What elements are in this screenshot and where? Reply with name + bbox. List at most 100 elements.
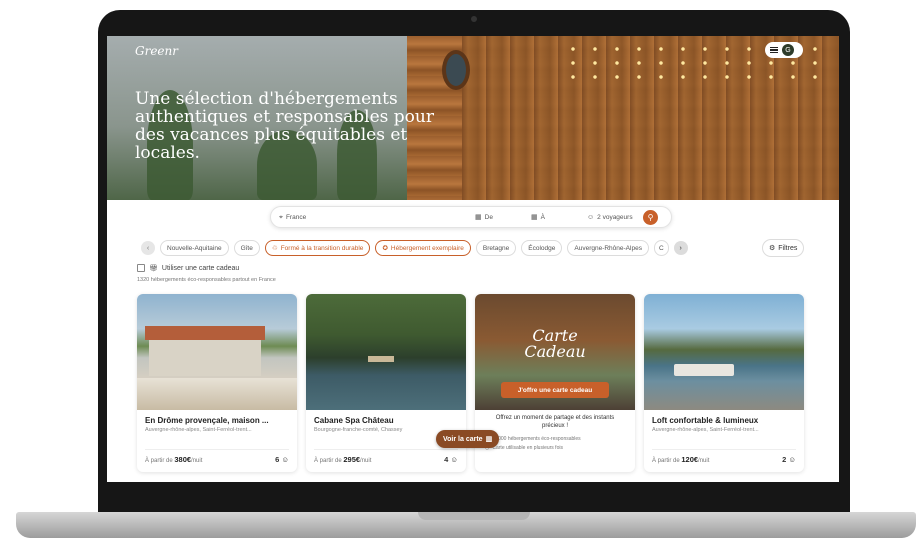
listing-price: À partir de 380€/nuit <box>145 455 202 464</box>
gift-card-label: Utiliser une carte cadeau <box>161 264 240 272</box>
laptop-notch <box>418 512 530 520</box>
chip-auvergne-rhone-alpes[interactable]: Auvergne-Rhône-Alpes <box>567 240 649 256</box>
user-menu-button[interactable]: G <box>765 42 803 58</box>
listing-card[interactable]: Loft confortable & lumineux Auvergne-rhô… <box>644 294 804 472</box>
listing-capacity: 6 ☺ <box>275 455 289 464</box>
listing-location: Bourgogne-franche-comté, Chassey <box>314 427 403 433</box>
website-screen: Greenr Une sélection d'hébergements auth… <box>107 36 839 482</box>
chip-hebergement-exemplaire[interactable]: ✪ Hébergement exemplaire <box>375 240 471 256</box>
hero-title: Une sélection d'hébergements authentique… <box>135 89 434 163</box>
map-icon: ▥ <box>485 436 493 443</box>
sunbed-image <box>674 364 734 376</box>
chip-label: Nouvelle-Aquitaine <box>167 244 222 252</box>
listing-card[interactable]: En Drôme provençale, maison ... Auvergne… <box>137 294 297 472</box>
destination-field[interactable]: ⌖ France <box>271 207 467 227</box>
chip-bretagne[interactable]: Bretagne <box>475 240 517 256</box>
gift-feature-text: + 1000 hébergements éco-responsables <box>491 436 581 442</box>
user-icon: ☺ <box>788 455 796 464</box>
listing-photo <box>137 294 297 410</box>
gift-card-promo[interactable]: Carte Cadeau J'offre une carte cadeau Of… <box>475 294 635 472</box>
chips-prev-button[interactable]: ‹ <box>141 241 155 255</box>
gift-card-description: Offrez un moment de partage et des insta… <box>495 415 615 429</box>
calendar-icon: ▦ <box>531 213 538 221</box>
chip-gite[interactable]: Gîte <box>233 240 260 256</box>
price-value: 380€ <box>174 455 192 464</box>
terrace-image <box>137 378 297 410</box>
search-bar: ⌖ France ▦ De ▦ À ☺ 2 voyageurs ⚲ <box>270 206 672 228</box>
chip-label: Formé à la transition durable <box>280 244 364 252</box>
user-icon: ☺ <box>450 455 458 464</box>
search-icon: ⚲ <box>647 212 654 222</box>
gift-card-photo: Carte Cadeau J'offre une carte cadeau <box>475 294 635 410</box>
gift-icon: 🎁︎ <box>149 265 158 272</box>
chip-nouvelle-aquitaine[interactable]: Nouvelle-Aquitaine <box>160 240 229 256</box>
filters-button[interactable]: ⚙ Filtres <box>762 239 805 257</box>
raft-image <box>368 356 394 362</box>
filters-label: Filtres <box>778 244 798 252</box>
price-suffix: /nuit <box>191 458 203 464</box>
user-icon: ☺ <box>587 213 595 221</box>
view-map-button[interactable]: Voir la carte ▥ <box>436 430 500 448</box>
sliders-icon: ⚙ <box>769 245 776 252</box>
price-prefix: À partir de <box>314 458 342 464</box>
listing-capacity: 2 ☺ <box>782 455 796 464</box>
site-logo[interactable]: Greenr <box>135 44 178 58</box>
listing-title: Cabane Spa Château <box>314 416 394 425</box>
offer-gift-card-button[interactable]: J'offre une carte cadeau <box>501 382 609 398</box>
capacity-value: 4 <box>444 455 449 464</box>
chip-label: C <box>658 244 664 252</box>
chip-truncated[interactable]: C <box>653 240 669 256</box>
listing-location: Auvergne-rhône-alpes, Saint-Ferréol-tren… <box>652 427 759 433</box>
chip-label: Gîte <box>240 244 253 252</box>
departure-date-field[interactable]: ▦ À <box>523 207 579 227</box>
capacity-value: 2 <box>782 455 787 464</box>
listing-price: À partir de 295€/nuit <box>314 455 371 464</box>
capacity-value: 6 <box>275 455 280 464</box>
guests-field[interactable]: ☺ 2 voyageurs <box>579 207 641 227</box>
listing-footer: À partir de 295€/nuit 4 ☺ <box>314 449 458 464</box>
listing-title: Loft confortable & lumineux <box>652 416 759 425</box>
price-prefix: À partir de <box>145 458 173 464</box>
chip-label: Hébergement exemplaire <box>390 244 464 252</box>
camera-icon <box>471 16 477 22</box>
chip-label: Auvergne-Rhône-Alpes <box>574 244 642 252</box>
gift-feature-text: Carte utilisable en plusieurs fois <box>492 445 563 451</box>
chips-next-button[interactable]: › <box>673 241 688 255</box>
chip-ecolodge[interactable]: Écolodge <box>521 240 563 256</box>
listing-photo <box>306 294 466 410</box>
chip-label: Bretagne <box>482 244 510 252</box>
house-roof-image <box>145 326 265 340</box>
price-suffix: /nuit <box>360 458 372 464</box>
house-wall-image <box>149 340 261 376</box>
chip-forme-transition[interactable]: ♲ Formé à la transition durable <box>264 240 371 256</box>
price-value: 120€ <box>681 455 699 464</box>
location-pin-icon: ⌖ <box>279 213 283 221</box>
listing-capacity: 4 ☺ <box>444 455 458 464</box>
destination-value: France <box>285 213 307 221</box>
map-button-label: Voir la carte <box>443 435 483 443</box>
guests-value: 2 voyageurs <box>597 213 633 221</box>
listing-price: À partir de 120€/nuit <box>652 455 709 464</box>
arrival-date-field[interactable]: ▦ De <box>467 207 523 227</box>
listing-location: Auvergne-rhône-alpes, Saint-Ferréol-tren… <box>145 427 252 433</box>
listing-photo <box>644 294 804 410</box>
price-value: 295€ <box>343 455 361 464</box>
chevron-right-icon: › <box>679 244 682 252</box>
laptop-base <box>16 512 916 538</box>
gift-card-caption: Carte Cadeau <box>475 328 635 360</box>
gift-card-checkbox[interactable] <box>137 264 145 272</box>
price-prefix: À partir de <box>652 458 680 464</box>
hamburger-icon <box>770 47 778 53</box>
listing-footer: À partir de 380€/nuit 6 ☺ <box>145 449 289 464</box>
calendar-icon: ▦ <box>475 213 482 221</box>
search-button[interactable]: ⚲ <box>643 209 658 225</box>
listing-title: En Drôme provençale, maison ... <box>145 416 269 425</box>
gift-card-feature: ⌂+ 1000 hébergements éco-responsables <box>475 433 635 442</box>
chevron-left-icon: ‹ <box>146 244 150 252</box>
badge-icon: ✪ <box>382 245 388 252</box>
gift-card-option[interactable]: 🎁︎ Utiliser une carte cadeau <box>137 264 239 272</box>
listing-footer: À partir de 120€/nuit 2 ☺ <box>652 449 796 464</box>
category-chips: ‹ Nouvelle-Aquitaine Gîte ♲ Formé à la tr… <box>141 239 809 257</box>
price-suffix: /nuit <box>698 458 710 464</box>
user-icon: ☺ <box>281 455 289 464</box>
